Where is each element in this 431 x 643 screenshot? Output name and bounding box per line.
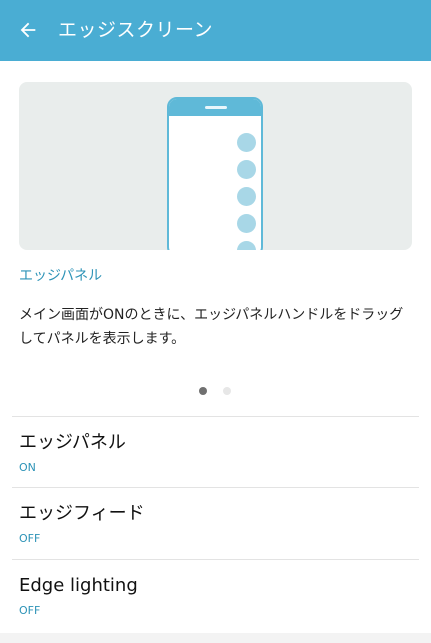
page-indicator bbox=[199, 387, 231, 397]
settings-content[interactable]: エッジパネル メイン画面がONのときに、エッジパネルハンドルをドラッグしてパネル… bbox=[0, 61, 431, 633]
edge-handle-bubble bbox=[237, 214, 256, 233]
setting-edge-feed[interactable]: エッジフィード OFF bbox=[0, 501, 431, 571]
preview-section-label: エッジパネル bbox=[19, 268, 103, 284]
divider bbox=[12, 487, 419, 488]
page-dot-active[interactable] bbox=[199, 387, 207, 395]
setting-value: OFF bbox=[19, 532, 41, 545]
setting-value: OFF bbox=[19, 604, 41, 617]
preview-description: メイン画面がONのときに、エッジパネルハンドルをドラッグしてパネルを表示します。 bbox=[19, 307, 404, 347]
setting-title: エッジパネル bbox=[19, 432, 126, 453]
setting-value: ON bbox=[19, 461, 36, 474]
edge-handle-bubble bbox=[237, 241, 256, 250]
edge-handle-bubble bbox=[237, 133, 256, 152]
edge-handle-bubble bbox=[237, 187, 256, 206]
page-title: エッジスクリーン bbox=[58, 19, 214, 41]
setting-title: Edge lighting bbox=[19, 575, 138, 596]
divider bbox=[12, 416, 419, 417]
divider bbox=[12, 559, 419, 560]
setting-edge-lighting[interactable]: Edge lighting OFF bbox=[0, 573, 431, 643]
back-button[interactable] bbox=[12, 14, 44, 46]
edge-panel-preview[interactable] bbox=[19, 82, 412, 250]
edge-handle-bubble bbox=[237, 160, 256, 179]
page-dot[interactable] bbox=[223, 387, 231, 395]
app-bar: エッジスクリーン bbox=[0, 0, 431, 61]
arrow-left-icon bbox=[20, 22, 36, 38]
phone-top-bar bbox=[169, 99, 261, 116]
phone-illustration bbox=[167, 97, 263, 250]
phone-speaker bbox=[205, 106, 227, 109]
setting-title: エッジフィード bbox=[19, 503, 145, 524]
setting-edge-panel[interactable]: エッジパネル ON bbox=[0, 430, 431, 500]
